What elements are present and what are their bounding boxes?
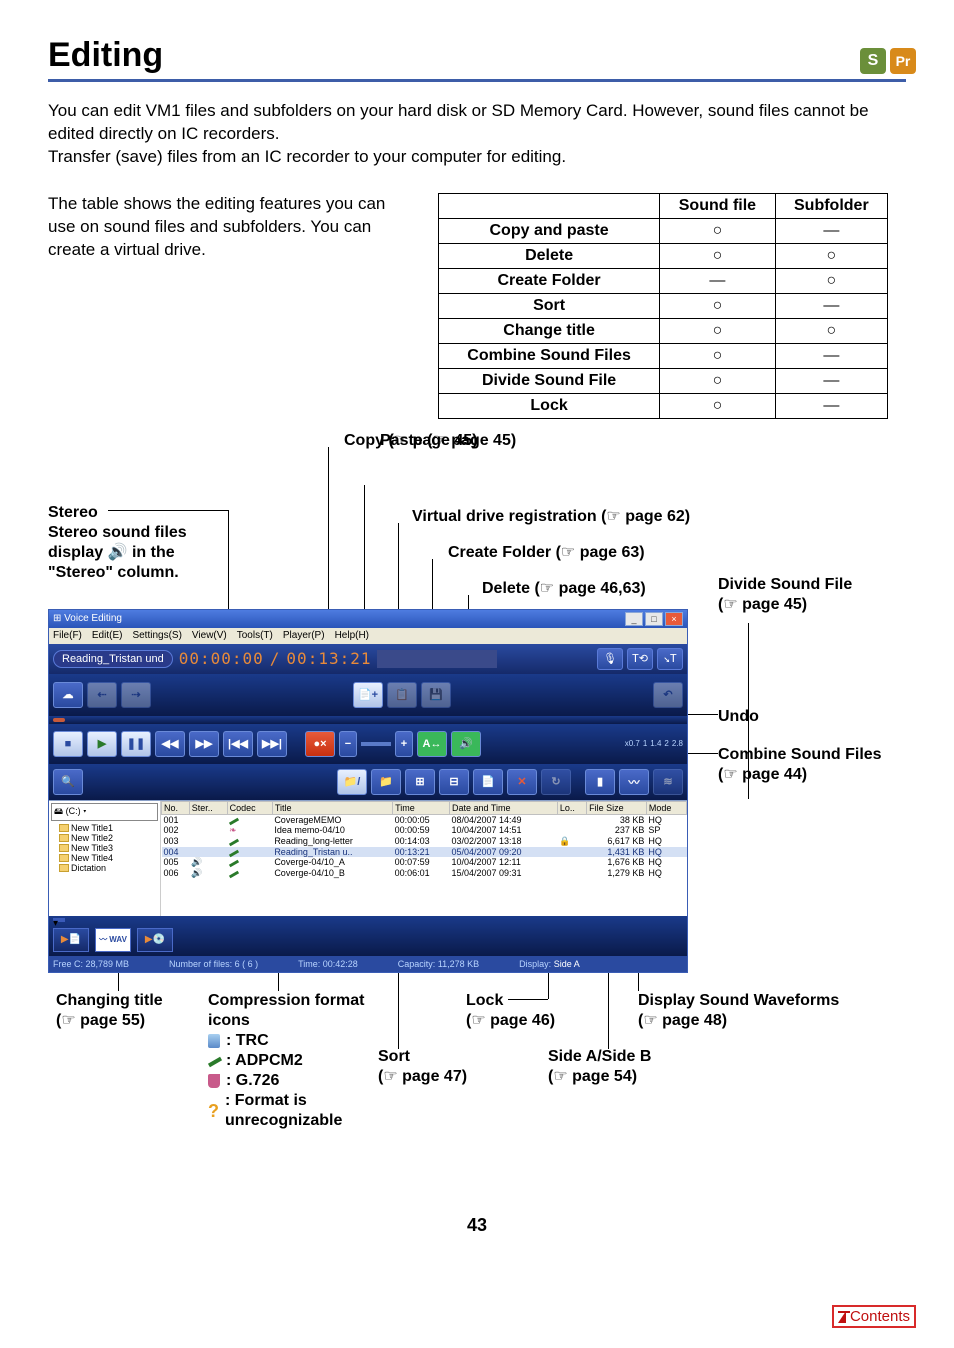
callout-side: Side A/Side B ( page 54) (548, 1047, 698, 1087)
divide-button[interactable]: ⊟ (439, 769, 469, 795)
table-description: The table shows the editing features you… (48, 193, 408, 419)
menu-help[interactable]: Help(H) (335, 630, 369, 641)
feat-divide: Divide Sound File (439, 368, 660, 393)
lock-button[interactable]: 📄 (473, 769, 503, 795)
format-cd-button[interactable]: ▶💿 (137, 928, 173, 952)
feat-delete: Delete (439, 243, 660, 268)
callout-display-waveform: Display Sound Waveforms ( page 48) (638, 991, 888, 1031)
feat-copy-paste: Copy and paste (439, 218, 660, 243)
col-subfolder: Subfolder (775, 193, 887, 218)
title-rule (48, 79, 906, 82)
cloud-button[interactable]: ☁ (53, 682, 83, 708)
callout-create-folder: Create Folder ( page 63) (448, 543, 645, 563)
minimize-button[interactable]: _ (625, 612, 643, 626)
play-button[interactable]: ▶ (87, 731, 117, 757)
copy-button[interactable]: 📄+ (353, 682, 383, 708)
refresh-button[interactable]: ↻ (541, 769, 571, 795)
export-position: ▾ (53, 918, 65, 922)
page-number: 43 (48, 1215, 906, 1236)
combine-button[interactable]: ⊞ (405, 769, 435, 795)
menu-tools[interactable]: Tools(T) (237, 630, 273, 641)
back-icon (838, 1311, 846, 1323)
intro-paragraph-2: Transfer (save) files from an IC recorde… (48, 146, 906, 169)
callout-undo: Undo (718, 707, 759, 727)
stereo-speaker-icon: 🔊 (108, 544, 128, 561)
side-button[interactable]: ▮ (585, 769, 615, 795)
format-wav-button[interactable]: 〰 WAV (95, 928, 131, 952)
position-slider[interactable] (53, 718, 65, 722)
callout-change-title: Changing title ( page 55) (56, 991, 206, 1031)
transfer-right-button[interactable]: ⇢ (121, 682, 151, 708)
menu-view[interactable]: View(V) (192, 630, 227, 641)
menu-edit[interactable]: Edit(E) (92, 630, 123, 641)
maximize-button[interactable]: □ (645, 612, 663, 626)
elapsed-time: 00:00:00 (179, 649, 264, 668)
status-bar: Free C: 28,789 MB Number of files: 6 ( 6… (49, 956, 687, 972)
feat-create-folder: Create Folder (439, 268, 660, 293)
feat-change-title: Change title (439, 318, 660, 343)
callout-divide: Divide Sound File ( page 45) (718, 575, 898, 615)
callout-paste: Paste ( page 45) (380, 431, 516, 451)
total-time: 00:13:21 (286, 649, 371, 668)
waveform-mini (377, 650, 497, 668)
delete-btn[interactable]: ✕ (507, 769, 537, 795)
format-vm1-button[interactable]: ▶📄 (53, 928, 89, 952)
editing-features-table: Sound file Subfolder Copy and paste○— De… (438, 193, 888, 419)
badge-pro: Pr (890, 48, 916, 74)
folder-button[interactable]: 📁/ (337, 769, 367, 795)
feat-sort: Sort (439, 293, 660, 318)
waveform-button[interactable]: 〰 (619, 769, 649, 795)
adpcm-icon (208, 1057, 222, 1067)
text-button[interactable]: T⟲ (627, 648, 653, 670)
drive-button[interactable]: 💾 (421, 682, 451, 708)
speaker-button[interactable]: 🔊 (451, 731, 481, 757)
undo-button[interactable]: ↶ (653, 682, 683, 708)
page-title: Editing (48, 36, 906, 75)
g726-icon (208, 1074, 220, 1088)
callout-stereo: Stereo Stereo sound files display 🔊 in t… (48, 503, 228, 583)
record-button[interactable]: ●× (305, 731, 335, 757)
callout-delete: Delete ( page 46,63) (482, 579, 646, 599)
close-button[interactable]: × (665, 612, 683, 626)
next-button[interactable]: ▶▶| (257, 731, 287, 757)
transcribe-button[interactable]: ↘T (657, 648, 683, 670)
feat-lock: Lock (439, 393, 660, 418)
stop-button[interactable]: ■ (53, 731, 83, 757)
badge-standard: S (860, 48, 886, 74)
transfer-left-button[interactable]: ⇠ (87, 682, 117, 708)
voice-editing-window: ⊞ Voice Editing _ □ × File(F) Edit(E) Se… (48, 609, 688, 973)
extra-button[interactable]: ≋ (653, 769, 683, 795)
repeat-ab-button[interactable]: A↔ (417, 731, 447, 757)
contents-link[interactable]: Contents (832, 1305, 916, 1328)
pause-button[interactable]: ❚❚ (121, 731, 151, 757)
fastfwd-button[interactable]: ▶▶ (189, 731, 219, 757)
menu-bar: File(F) Edit(E) Settings(S) View(V) Tool… (49, 628, 687, 644)
plus-button[interactable]: + (395, 731, 413, 757)
new-folder-button[interactable]: 📁 (371, 769, 401, 795)
callout-lock: Lock ( page 46) (466, 991, 606, 1031)
prev-button[interactable]: |◀◀ (223, 731, 253, 757)
intro-paragraph-1: You can edit VM1 files and subfolders on… (48, 100, 906, 146)
minus-button[interactable]: − (339, 731, 357, 757)
unknown-format-icon: ? (208, 1100, 219, 1123)
search-button[interactable]: 🔍 (53, 769, 83, 795)
feat-combine: Combine Sound Files (439, 343, 660, 368)
trc-icon (208, 1034, 220, 1048)
window-title: Voice Editing (64, 613, 122, 624)
menu-file[interactable]: File(F) (53, 630, 82, 641)
paste-button[interactable]: 📋 (387, 682, 417, 708)
menu-settings[interactable]: Settings(S) (132, 630, 181, 641)
callout-sort: Sort ( page 47) (378, 1047, 498, 1087)
vol-slider[interactable] (361, 742, 391, 746)
col-sound-file: Sound file (660, 193, 776, 218)
rewind-button[interactable]: ◀◀ (155, 731, 185, 757)
callout-virtual-drive: Virtual drive registration ( page 62) (412, 507, 690, 527)
file-list[interactable]: No. Ster.. Codec Title Time Date and Tim… (161, 801, 687, 916)
current-file-name: Reading_Tristan und (53, 650, 173, 668)
menu-player[interactable]: Player(P) (283, 630, 325, 641)
callout-combine: Combine Sound Files ( page 44) (718, 745, 898, 785)
folder-tree[interactable]: 🖴 (C:) ▾ New Title1 New Title2 New Title… (49, 801, 161, 916)
voice-mode-button[interactable]: 🎙 (597, 648, 623, 670)
